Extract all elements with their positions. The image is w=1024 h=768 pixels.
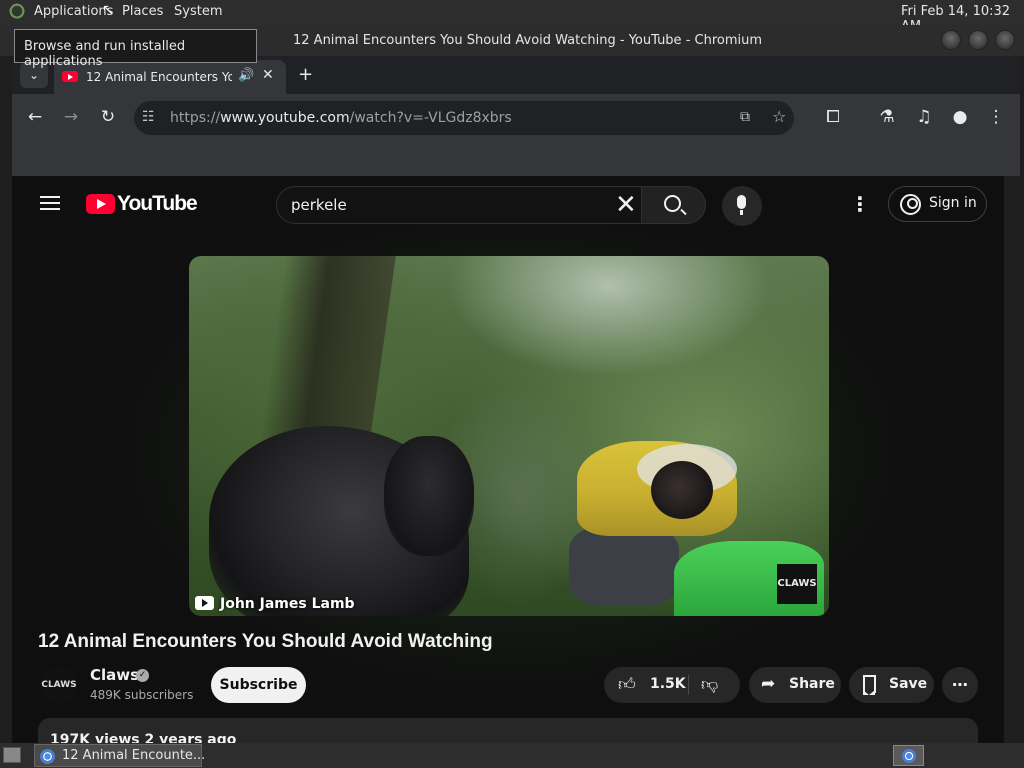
youtube-logo-text[interactable]: YouTube	[117, 192, 198, 216]
view-stats: 197K views 2 years ago	[50, 732, 237, 743]
share-button[interactable]: ➦ Share	[749, 667, 841, 703]
top-panel: Applications Places System ↖ Fri Feb 14,…	[0, 0, 1024, 34]
site-info-icon[interactable]: ☷	[142, 109, 155, 125]
url-scheme: https://	[170, 110, 221, 126]
like-icon[interactable]: 👍︎	[618, 674, 636, 695]
forward-icon[interactable]: →	[60, 107, 82, 127]
search-box[interactable]: ✕	[276, 186, 642, 224]
reload-icon[interactable]: ↻	[97, 107, 119, 127]
new-tab-button[interactable]: +	[298, 64, 313, 85]
share-icon: ➦	[761, 674, 776, 694]
verified-icon: ✓	[136, 669, 149, 682]
window-title: 12 Animal Encounters You Should Avoid Wa…	[293, 33, 763, 48]
like-count[interactable]: 1.5K	[650, 676, 686, 692]
taskbar-item-label: 12 Animal Encounte...	[62, 748, 206, 763]
youtube-favicon	[62, 71, 78, 82]
audio-icon[interactable]: 🔊	[238, 68, 254, 83]
mouse-cursor-icon: ↖	[102, 2, 114, 18]
video-person-head	[651, 461, 713, 519]
scrollbar[interactable]	[1002, 176, 1004, 743]
save-button[interactable]: Save	[849, 667, 934, 703]
apps-icon[interactable]	[8, 3, 28, 21]
avatar[interactable]: CLAWS	[40, 666, 78, 704]
sign-in-button[interactable]: Sign in	[888, 186, 987, 222]
divider	[688, 675, 689, 695]
video-gorilla-head	[384, 436, 474, 556]
taskbar: 12 Animal Encounte...	[0, 743, 1024, 768]
chromium-icon	[40, 749, 55, 764]
hamburger-icon[interactable]	[40, 196, 60, 210]
bookmarks-bar	[12, 142, 1020, 176]
account-icon	[900, 194, 921, 215]
channel-watermark[interactable]: CLAWS	[777, 564, 817, 604]
back-icon[interactable]: ←	[24, 107, 46, 127]
subscriber-count: 489K subscribers	[90, 688, 194, 702]
extensions-icon[interactable]: ⧠	[822, 107, 844, 127]
window-close-button[interactable]	[995, 30, 1015, 50]
url-text[interactable]: https://www.youtube.com/watch?v=-VLGdz8x…	[170, 110, 512, 126]
save-icon	[863, 675, 876, 695]
video-player[interactable]: CLAWS John James Lamb	[189, 256, 829, 616]
url-host: www.youtube.com	[220, 110, 350, 126]
youtube-page: YouTube ✕ ⋮ Sign in CLAWS John James Lam…	[12, 176, 1004, 743]
chevron-down-icon: ⌄	[28, 68, 40, 82]
tab-title: 12 Animal Encounters You Should Avoid Wa…	[86, 70, 232, 84]
url-path: /watch?v=-VLGdz8xbrs	[349, 110, 512, 126]
youtube-logo-icon[interactable]	[86, 194, 115, 214]
star-icon[interactable]: ☆	[772, 107, 786, 126]
profile-icon[interactable]: ●	[949, 107, 971, 127]
address-bar[interactable]: ☷ https://www.youtube.com/watch?v=-VLGdz…	[134, 101, 794, 135]
workspace-switcher[interactable]	[893, 745, 924, 766]
search-button[interactable]	[642, 186, 706, 224]
applications-tooltip: Browse and run installed applications	[14, 29, 257, 69]
clear-search-icon[interactable]: ✕	[615, 190, 637, 220]
search-icon	[664, 195, 681, 212]
close-icon[interactable]: ✕	[262, 67, 274, 83]
menu-icon[interactable]: ⋮	[985, 107, 1007, 127]
media-icon[interactable]: ♫	[913, 107, 935, 127]
save-label: Save	[889, 676, 928, 692]
show-desktop-button[interactable]	[3, 747, 21, 763]
dislike-icon[interactable]: 👎︎	[701, 674, 718, 695]
sign-in-label: Sign in	[929, 195, 977, 211]
install-icon[interactable]: ⧉	[740, 109, 750, 125]
search-input[interactable]	[291, 196, 591, 214]
description-box[interactable]: 197K views 2 years ago	[38, 718, 978, 743]
browser-toolbar: ← → ↻ ☷ https://www.youtube.com/watch?v=…	[12, 94, 1020, 142]
system-menu[interactable]: System	[174, 4, 222, 19]
minimize-button[interactable]	[941, 30, 961, 50]
maximize-button[interactable]	[968, 30, 988, 50]
video-credit: John James Lamb	[195, 596, 355, 612]
places-menu[interactable]: Places	[122, 4, 163, 19]
subscribe-button[interactable]: Subscribe	[211, 667, 306, 703]
mic-icon	[737, 195, 746, 215]
video-credit-text: John James Lamb	[220, 596, 355, 612]
voice-search-button[interactable]	[722, 186, 762, 226]
more-options-icon[interactable]: ⋮	[850, 192, 870, 216]
youtube-small-icon	[195, 596, 214, 610]
video-person-legs	[569, 526, 679, 606]
chromium-icon	[902, 749, 916, 763]
share-label: Share	[789, 676, 835, 692]
taskbar-item-chromium[interactable]: 12 Animal Encounte...	[34, 744, 206, 767]
like-dislike-group: 👍︎ 1.5K 👎︎	[604, 667, 740, 703]
video-title: 12 Animal Encounters You Should Avoid Wa…	[38, 631, 493, 652]
labs-icon[interactable]: ⚗	[876, 107, 898, 127]
channel-name[interactable]: Claws	[90, 666, 139, 684]
more-actions-button[interactable]: ⋯	[942, 667, 978, 703]
